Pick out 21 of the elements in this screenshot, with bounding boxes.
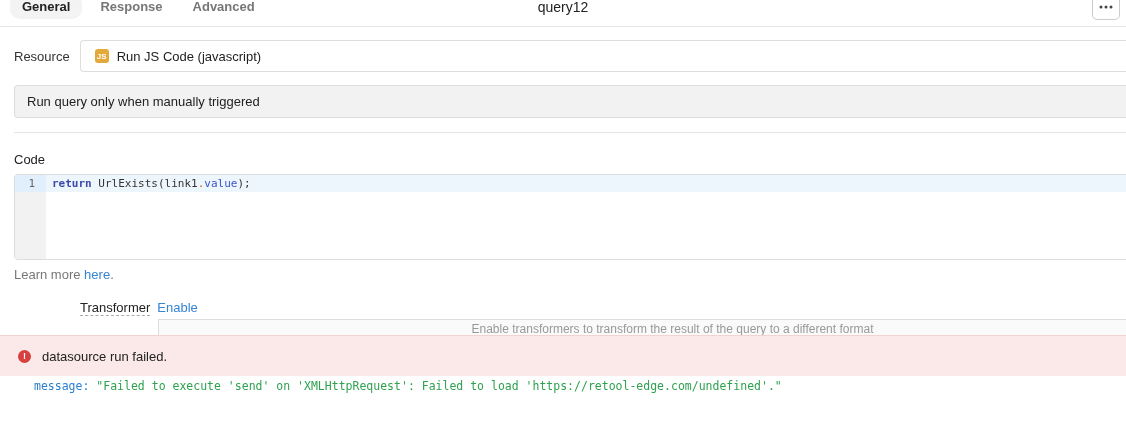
trigger-select[interactable]: Run query only when manually triggered: [14, 85, 1126, 118]
transformer-label: Transformer: [80, 300, 151, 316]
query-name: query12: [537, 0, 589, 15]
field-label: Code: [14, 152, 47, 167]
error-detail: message: "Failed to execute 'send' on 'XMLHttpRequest': Failed to load 'https://retool-edge.com/undefined'.": [34, 379, 782, 393]
tab[interactable]: Response: [88, 0, 175, 19]
more-icon: [1099, 5, 1113, 9]
code-editor[interactable]: 1 return UrlExists(link1.value);: [14, 174, 1126, 260]
javascript-icon: JS: [94, 49, 109, 63]
help-text: Learn more here.: [14, 267, 115, 282]
more-button[interactable]: [1092, 0, 1120, 20]
line-number: 1: [15, 175, 46, 192]
enable-link[interactable]: Enable: [157, 300, 198, 315]
resource-select[interactable]: JS Run JS Code (javascript): [79, 40, 1126, 72]
tab[interactable]: General: [10, 0, 83, 19]
transformer-hint: Enable transformers to transform the result of the query to a different format: [470, 322, 874, 336]
error-message: datasource run failed.: [42, 348, 168, 364]
alert-icon: !: [18, 349, 31, 363]
tab[interactable]: Advanced: [180, 0, 267, 19]
resource-value: Run JS Code (javascript): [116, 48, 262, 64]
field-label: Resource: [14, 48, 70, 64]
